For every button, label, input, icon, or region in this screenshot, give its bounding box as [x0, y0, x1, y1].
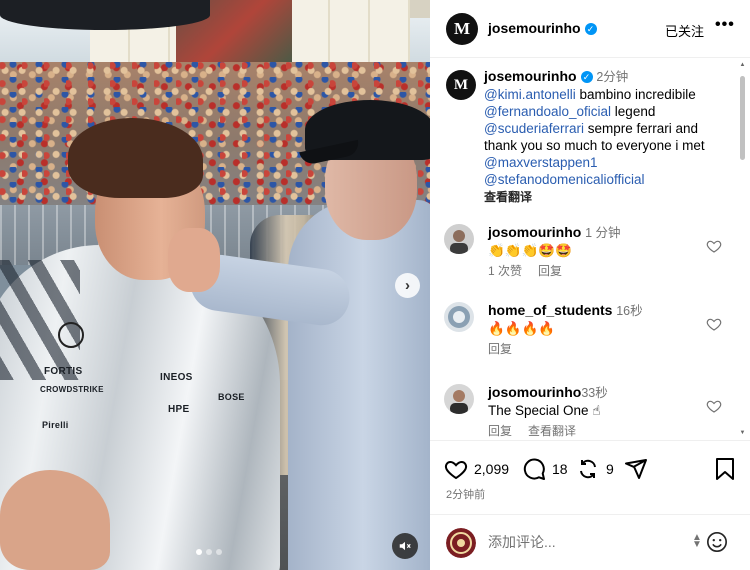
heart-icon[interactable]	[706, 238, 722, 254]
comments-scrollbar[interactable]: ▲ ▼	[739, 60, 746, 440]
mention-link[interactable]: @scuderiaferrari	[484, 121, 584, 136]
comment-body: josomourinho33秒 The Special One ☝ 回复 查看翻…	[488, 384, 708, 440]
sponsor-text: INEOS	[160, 372, 193, 383]
sponsor-text: Pirelli	[42, 420, 69, 430]
post-time-ago: 2分钟前	[446, 489, 486, 501]
man-jacket	[288, 200, 430, 570]
comment-meta: 1 次赞 回复	[488, 263, 708, 280]
post-header: M josemourinho ✓ 已关注 •••	[430, 0, 750, 58]
sponsor-text: BOSE	[218, 392, 245, 402]
heart-icon[interactable]	[706, 398, 722, 414]
mention-link[interactable]: @kimi.antonelli	[484, 87, 576, 102]
comment-username[interactable]: home_of_students	[488, 302, 612, 318]
mention-link[interactable]: @fernandoalo_oficial	[484, 104, 611, 119]
mention-link[interactable]: @stefanodomenicaliofficial	[484, 172, 645, 187]
caption-line: thank you so much to everyone i met	[484, 138, 705, 153]
sponsor-text: CROWDSTRIKE	[40, 385, 104, 394]
see-translation-link[interactable]: 查看翻译	[484, 189, 532, 206]
carousel-dots	[196, 549, 222, 555]
jacket-stripe	[0, 260, 80, 380]
sponsor-text: FORTIS	[44, 366, 83, 377]
username[interactable]: josemourinho	[488, 20, 581, 36]
share-button[interactable]	[624, 457, 648, 481]
bookmark-icon	[716, 458, 734, 480]
carousel-dot	[206, 549, 212, 555]
comment-meta: 回复 查看翻译	[488, 423, 708, 440]
heart-icon	[444, 460, 468, 480]
more-options-icon[interactable]: •••	[715, 16, 735, 34]
avatar[interactable]: M	[446, 13, 478, 45]
avatar[interactable]: M	[446, 70, 476, 100]
caption-line: legend	[611, 104, 656, 119]
heart-icon[interactable]	[706, 316, 722, 332]
comment-likes[interactable]: 1 次赞	[488, 263, 522, 280]
scroll-down-arrow-icon[interactable]: ▼	[739, 430, 746, 438]
carousel-dot	[216, 549, 222, 555]
following-button[interactable]: 已关注	[665, 21, 704, 40]
sponsor-text: HPE	[168, 404, 190, 415]
see-translation-link[interactable]: 查看翻译	[528, 423, 576, 440]
scroll-thumb[interactable]	[740, 76, 745, 160]
comment-username[interactable]: josomourinho	[488, 384, 581, 400]
speaker-muted-icon	[399, 541, 411, 551]
comment-time: 1 分钟	[585, 226, 621, 240]
driver-hair	[68, 118, 203, 198]
scroll-up-arrow-icon[interactable]: ▲	[739, 62, 746, 70]
comment-time: 16秒	[616, 304, 643, 318]
comment-body: josomourinho 1 分钟 👏👏👏🤩🤩 1 次赞 回复	[488, 224, 708, 280]
comment-text: 🔥🔥🔥🔥	[488, 321, 556, 336]
comment-count: 18	[552, 461, 568, 477]
comment-bubble-icon	[523, 458, 545, 480]
reply-button[interactable]: 回复	[538, 263, 562, 280]
post-media[interactable]: FORTIS INEOS HPE CROWDSTRIKE Pirelli BOS…	[0, 0, 430, 570]
comment-username[interactable]: josomourinho	[488, 224, 581, 240]
like-button[interactable]: 2,099	[444, 457, 509, 481]
verified-badge-icon: ✓	[584, 23, 597, 35]
repost-button[interactable]: 9	[576, 457, 614, 481]
comment-text: 👏👏👏🤩🤩	[488, 243, 573, 258]
comment-avatar[interactable]	[444, 384, 474, 414]
caption-username[interactable]: josemourinho	[484, 68, 577, 84]
repost-count: 9	[606, 461, 614, 477]
repost-icon	[580, 459, 596, 479]
carousel-dot	[196, 549, 202, 555]
current-user-avatar[interactable]	[446, 528, 476, 558]
mention-link[interactable]: @maxverstappen1	[484, 155, 598, 170]
carousel-next-button[interactable]: ›	[395, 273, 420, 298]
reply-button[interactable]: 回复	[488, 423, 512, 440]
comments-list[interactable]: M josemourinho ✓ 2分钟 @kimi.antonelli bamb…	[430, 58, 750, 440]
caption-time: 2分钟	[596, 70, 629, 84]
post-panel: M josemourinho ✓ 已关注 ••• M josemourinho ✓ …	[430, 0, 750, 570]
comment-meta: 回复	[488, 341, 708, 358]
umbrella	[0, 0, 210, 30]
save-button[interactable]	[714, 457, 736, 481]
smiley-icon[interactable]	[706, 531, 728, 553]
like-count: 2,099	[474, 461, 510, 477]
action-bar: 2,099 18 9 2分钟前	[430, 440, 750, 508]
verified-badge-icon: ✓	[580, 71, 593, 83]
expand-icon[interactable]: ▲ ▼	[692, 533, 702, 550]
caption-line: bambino incredibile	[575, 87, 696, 102]
mute-button[interactable]	[392, 533, 418, 559]
comment-text: The Special One ☝	[488, 403, 601, 418]
man-hand	[168, 228, 220, 292]
send-icon	[625, 459, 647, 479]
comment-avatar[interactable]	[444, 302, 474, 332]
comment-body: home_of_students 16秒 🔥🔥🔥🔥 回复	[488, 302, 708, 358]
mercedes-logo-icon	[58, 322, 84, 348]
caption-text: josemourinho ✓ 2分钟 @kimi.antonelli bambin…	[484, 68, 734, 206]
caption-line: sempre ferrari and	[583, 121, 699, 136]
reply-button[interactable]: 回复	[488, 341, 512, 358]
add-comment-bar: ▲▼	[430, 514, 750, 570]
comment-button[interactable]: 18	[522, 457, 568, 481]
chevron-right-icon: ›	[405, 277, 410, 294]
add-comment-input[interactable]	[488, 532, 688, 552]
comment-avatar[interactable]	[444, 224, 474, 254]
comment-time: 33秒	[581, 386, 608, 400]
header-user: josemourinho ✓	[488, 20, 597, 38]
